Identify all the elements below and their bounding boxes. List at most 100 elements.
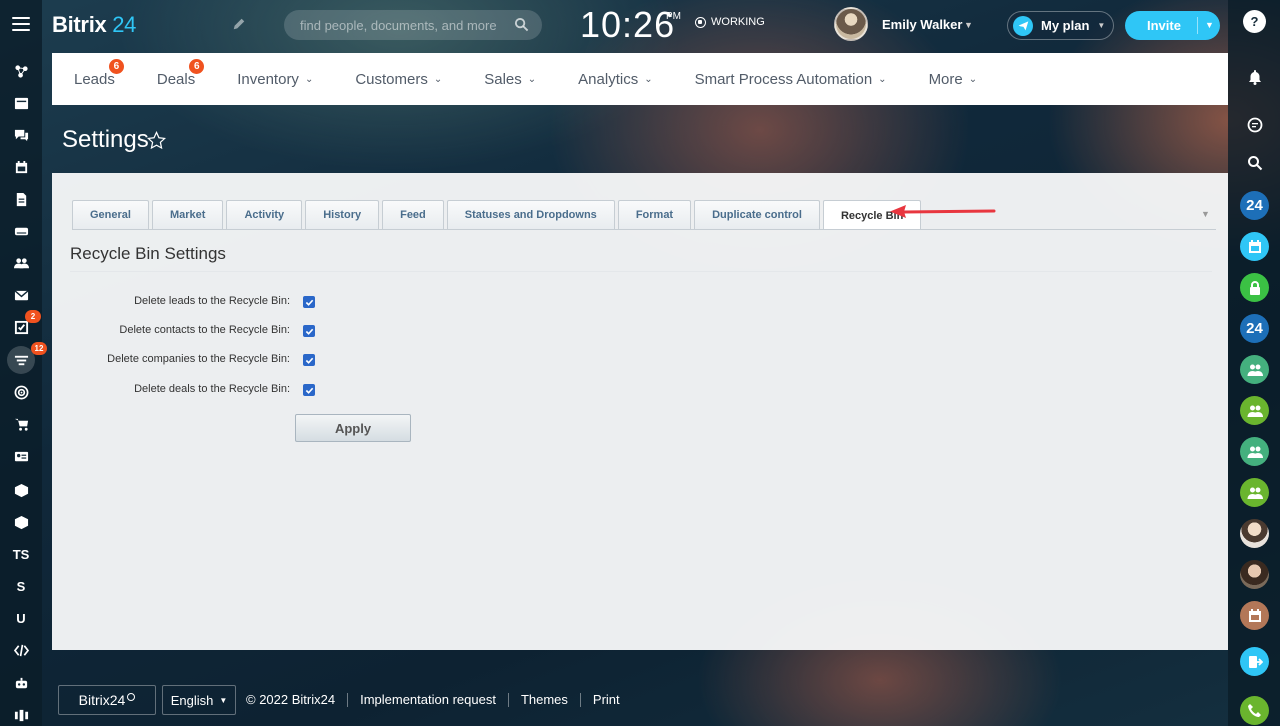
phone-icon[interactable] <box>1240 696 1269 725</box>
user-name[interactable]: Emily Walker <box>882 17 962 32</box>
group-icon-4[interactable] <box>1240 478 1269 507</box>
target-icon[interactable] <box>0 378 42 406</box>
calendar-icon[interactable] <box>0 153 42 181</box>
crm-filter-icon[interactable]: 12 <box>7 342 47 374</box>
language-select[interactable]: English ▼ <box>162 685 236 715</box>
tabs-divider <box>72 229 1216 230</box>
invite-button[interactable]: Invite ▼ <box>1125 11 1220 40</box>
tab-duplicate-control[interactable]: Duplicate control <box>694 200 820 229</box>
search-icon[interactable] <box>514 17 529 32</box>
user-avatar[interactable] <box>834 7 868 41</box>
nav-item-inventory[interactable]: Inventory ⌄ <box>237 71 313 88</box>
clock[interactable]: 10:26 <box>580 4 675 46</box>
document-icon[interactable] <box>0 185 42 213</box>
robot-icon[interactable] <box>0 669 42 697</box>
star-icon[interactable] <box>147 131 166 150</box>
bitrix24-logo[interactable]: Bitrix 24 <box>52 12 136 38</box>
calendar-event-icon[interactable] <box>1240 601 1269 630</box>
menu-icon[interactable] <box>12 17 30 31</box>
search-right-icon[interactable] <box>1240 148 1269 177</box>
chat-icon[interactable] <box>0 121 42 149</box>
option-delete-companies: Delete companies to the Recycle Bin: <box>52 351 322 369</box>
tabs-more-chevron-icon[interactable]: ▼ <box>1201 209 1210 219</box>
user-avatar-right-1[interactable] <box>1240 519 1269 548</box>
implementation-request-link[interactable]: Implementation request <box>360 692 496 707</box>
nav-item-deals[interactable]: Deals 6 <box>157 58 205 88</box>
annotation-arrow-icon <box>890 205 996 218</box>
checkbox-delete-companies[interactable] <box>303 354 315 366</box>
clock-icon <box>127 693 136 701</box>
group-icon[interactable] <box>1240 355 1269 384</box>
lock-icon[interactable] <box>1240 273 1269 302</box>
box-icon[interactable] <box>0 476 42 504</box>
checkbox-delete-deals[interactable] <box>303 384 315 396</box>
tab-market[interactable]: Market <box>151 200 224 229</box>
bitrix24-icon[interactable]: 24 <box>1240 191 1269 220</box>
tab-general[interactable]: General <box>72 200 149 229</box>
id-card-icon[interactable] <box>0 442 42 470</box>
chevron-down-icon[interactable]: ▼ <box>964 20 973 30</box>
my-plan-button[interactable]: My plan ▼ <box>1007 11 1114 40</box>
group-icon-2[interactable] <box>1240 396 1269 425</box>
contacts-group-icon[interactable] <box>0 249 42 277</box>
nav-item-customers[interactable]: Customers ⌄ <box>355 71 442 88</box>
bitrix24-icon-2[interactable]: 24 <box>1240 314 1269 343</box>
checkbox-delete-leads[interactable] <box>303 296 315 308</box>
user-avatar-right-2[interactable] <box>1240 560 1269 589</box>
option-delete-deals: Delete deals to the Recycle Bin: <box>52 381 322 399</box>
tab-activity[interactable]: Activity <box>226 200 303 229</box>
calendar-right-icon[interactable] <box>1240 232 1269 261</box>
divider <box>1197 17 1198 34</box>
nav-item-more[interactable]: More ⌄ <box>929 71 978 88</box>
chevron-down-icon: ⌄ <box>304 73 314 85</box>
tab-feed[interactable]: Feed <box>382 200 444 229</box>
messages-icon[interactable] <box>1240 110 1269 139</box>
logo-num: 24 <box>112 12 137 37</box>
pencil-icon[interactable] <box>232 17 246 31</box>
option-label: Delete deals to the Recycle Bin: <box>134 383 290 395</box>
sidebar-item-s[interactable]: S <box>0 572 42 600</box>
feed-icon[interactable] <box>0 89 42 117</box>
apps-icon[interactable] <box>0 701 42 726</box>
option-delete-contacts: Delete contacts to the Recycle Bin: <box>52 322 322 340</box>
my-plan-label: My plan <box>1041 18 1090 33</box>
settings-panel: General Market Activity History Feed Sta… <box>52 173 1228 650</box>
chevron-down-icon[interactable]: ▼ <box>1205 20 1214 30</box>
code-icon[interactable] <box>0 636 42 664</box>
nav-item-smart-process[interactable]: Smart Process Automation ⌄ <box>695 71 887 88</box>
section-title: Recycle Bin Settings <box>70 244 226 263</box>
tab-statuses-dropdowns[interactable]: Statuses and Dropdowns <box>446 200 615 229</box>
nav-item-sales[interactable]: Sales ⌄ <box>484 71 536 88</box>
drive-icon[interactable] <box>0 217 42 245</box>
sidebar-item-ts[interactable]: TS <box>0 540 42 568</box>
print-link[interactable]: Print <box>593 692 620 707</box>
nav-item-analytics[interactable]: Analytics ⌄ <box>578 71 652 88</box>
chevron-down-icon: ▼ <box>219 695 228 705</box>
tab-history[interactable]: History <box>305 200 380 229</box>
chevron-down-icon: ⌄ <box>968 73 978 85</box>
right-sidebar: ? 24 24 <box>1228 0 1280 726</box>
nav-label: Customers <box>355 70 428 88</box>
footer-bitrix24-button[interactable]: Bitrix24 <box>58 685 156 715</box>
cart-icon[interactable] <box>0 410 42 438</box>
mail-icon[interactable] <box>0 281 42 309</box>
work-status[interactable]: WORKING <box>695 16 765 28</box>
network-icon[interactable] <box>0 57 42 85</box>
sidebar-item-u[interactable]: U <box>0 604 42 632</box>
bell-icon[interactable] <box>1240 62 1269 91</box>
tab-format[interactable]: Format <box>617 200 692 229</box>
box-icon-2[interactable] <box>0 508 42 536</box>
clock-suffix: PM <box>666 11 681 22</box>
checkbox-delete-contacts[interactable] <box>303 325 315 337</box>
divider <box>579 692 581 707</box>
tasks-icon[interactable]: 2 <box>0 310 42 341</box>
help-icon[interactable]: ? <box>1243 10 1266 33</box>
group-icon-3[interactable] <box>1240 437 1269 466</box>
exit-icon[interactable] <box>1240 647 1269 676</box>
nav-label: Smart Process Automation <box>694 70 873 88</box>
apply-button[interactable]: Apply <box>295 414 411 442</box>
nav-item-leads[interactable]: Leads 6 <box>74 58 124 88</box>
search-input[interactable] <box>284 10 542 40</box>
divider <box>347 692 349 707</box>
themes-link[interactable]: Themes <box>521 692 568 707</box>
